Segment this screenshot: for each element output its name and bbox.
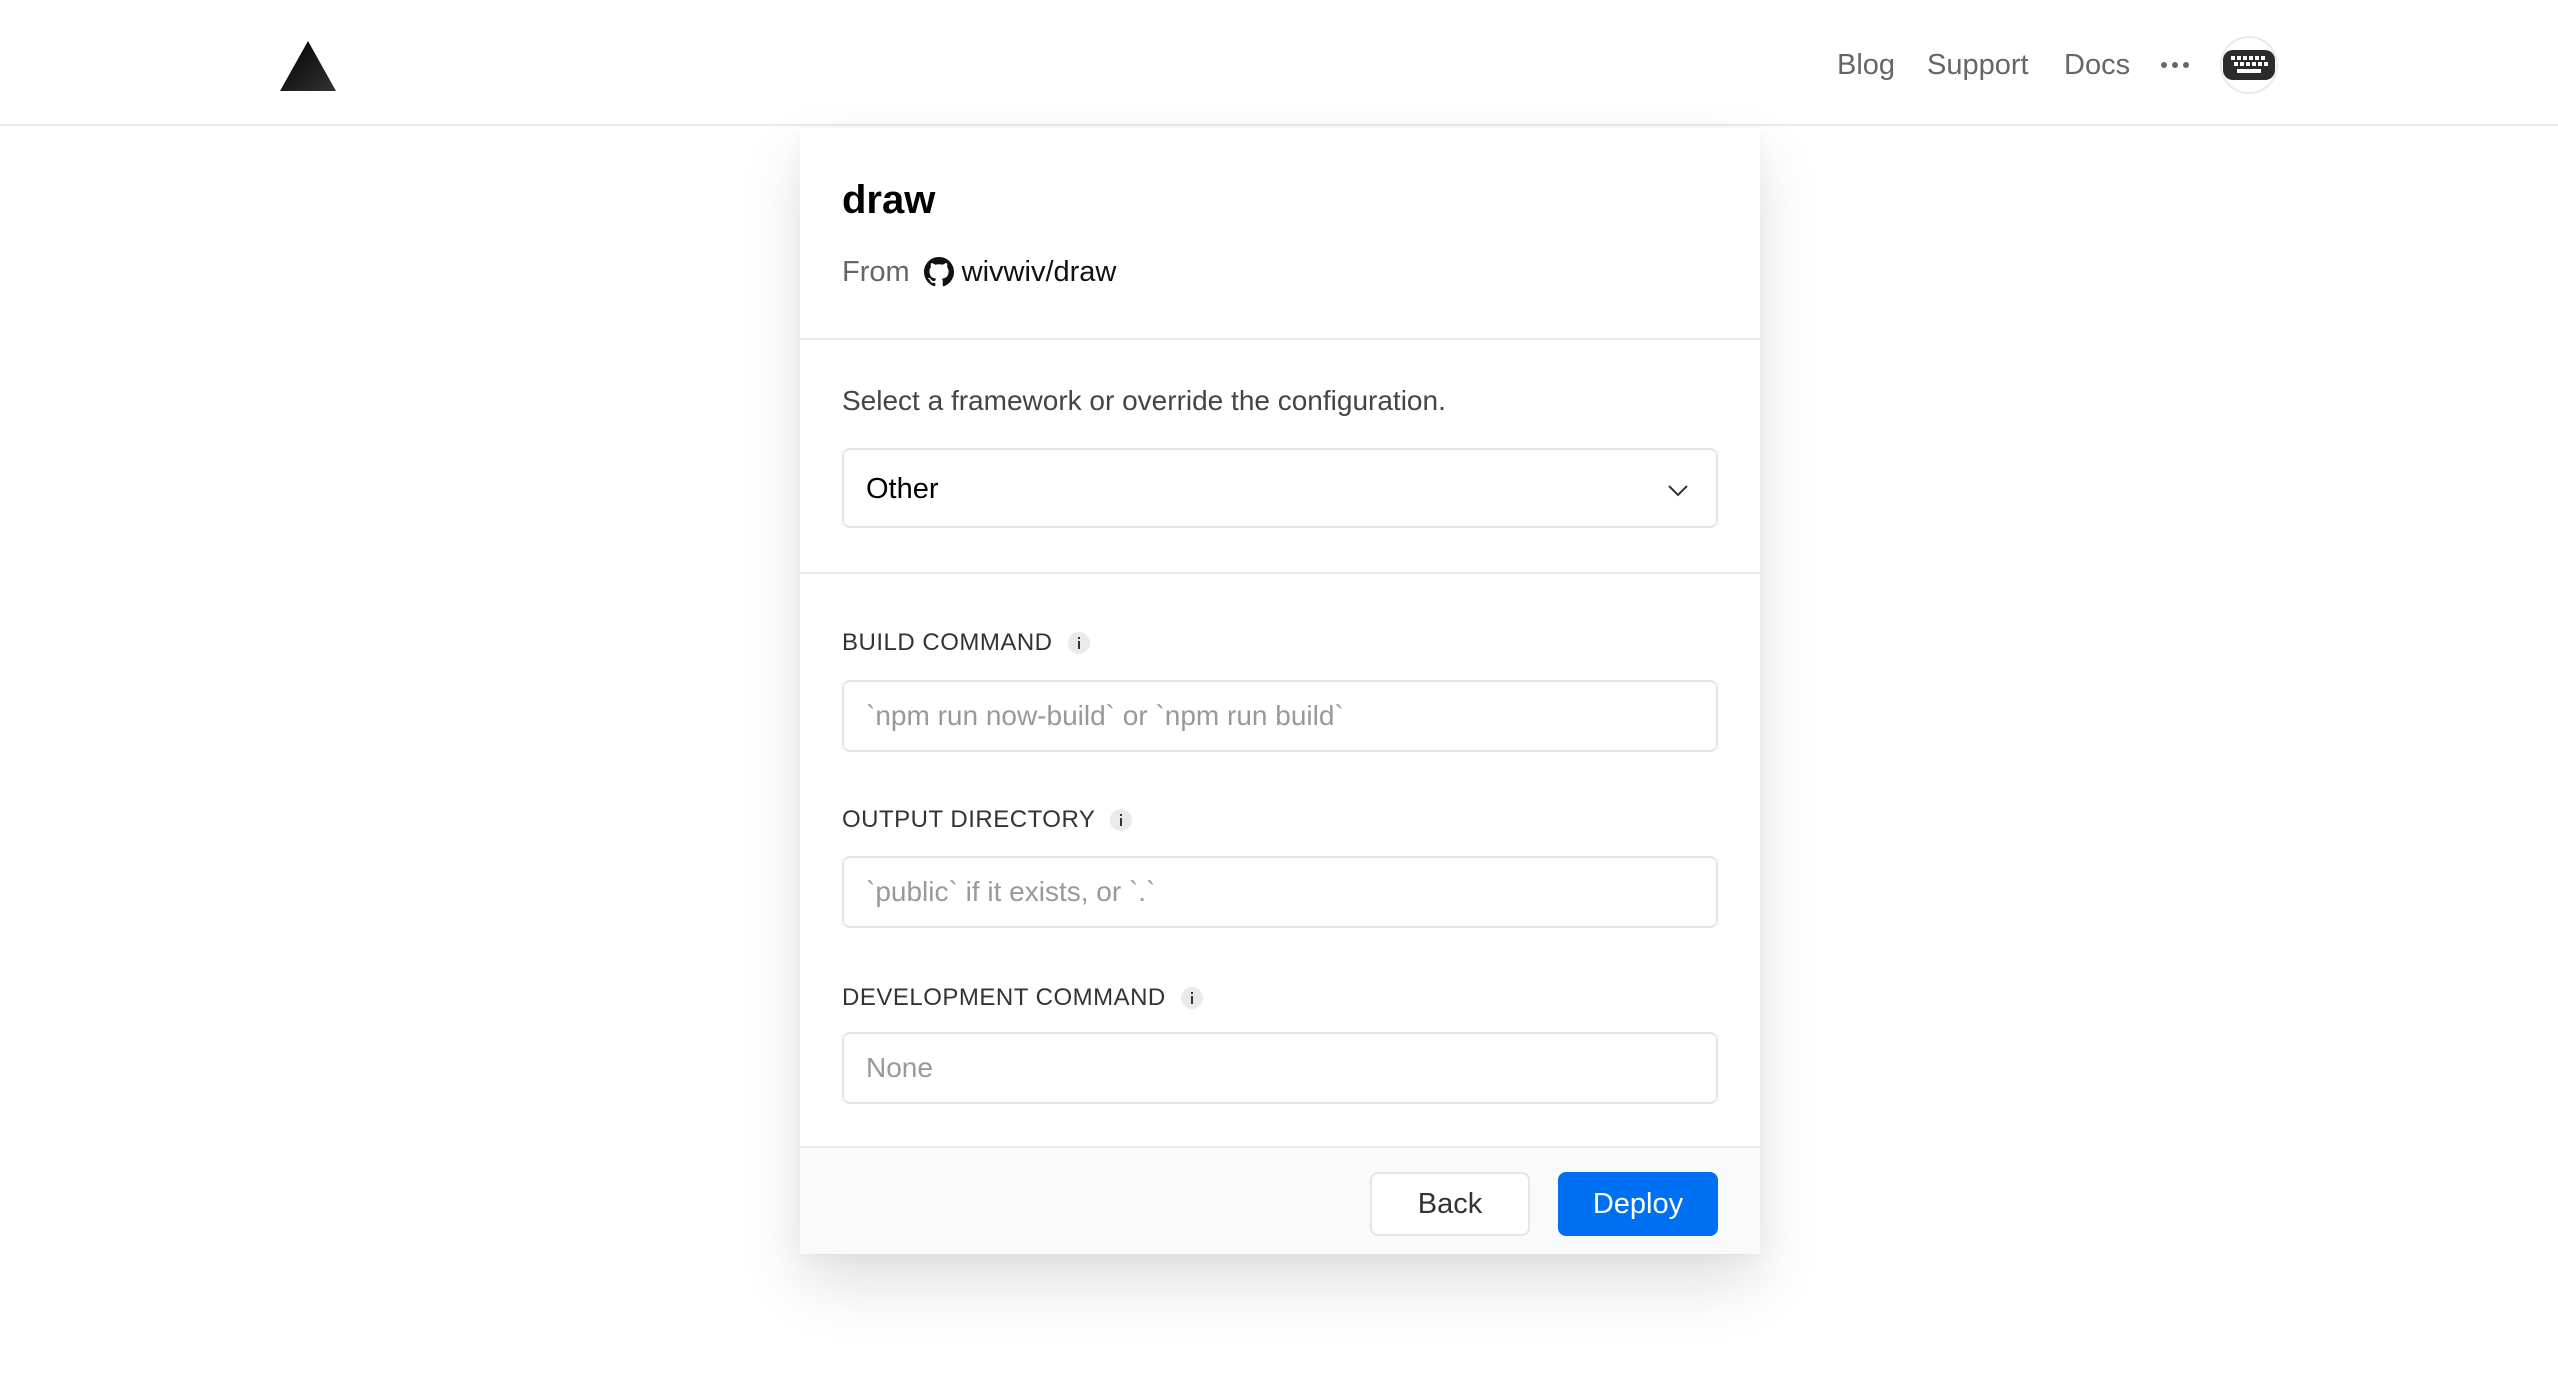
project-header: draw From wivwiv/draw (800, 128, 1760, 340)
project-name: draw (842, 178, 936, 222)
back-button[interactable]: Back (1370, 1172, 1530, 1236)
output-directory-label: OUTPUT DIRECTORY (842, 805, 1133, 835)
chevron-down-icon (1666, 478, 1690, 502)
info-icon[interactable] (1067, 631, 1091, 655)
framework-description: Select a framework or override the confi… (842, 385, 1446, 416)
build-command-input[interactable] (842, 680, 1718, 752)
development-command-label-text: DEVELOPMENT COMMAND (842, 984, 1166, 1011)
nav-link-support[interactable]: Support (1927, 47, 2029, 83)
triangle-logo-icon[interactable] (280, 41, 336, 91)
top-header: Blog Support Docs (0, 0, 2558, 126)
repo-source: From wivwiv/draw (842, 254, 1116, 290)
nav-link-docs[interactable]: Docs (2064, 47, 2130, 83)
nav-link-blog[interactable]: Blog (1837, 47, 1895, 83)
development-command-label: DEVELOPMENT COMMAND (842, 983, 1204, 1013)
repo-link[interactable]: wivwiv/draw (962, 256, 1117, 289)
framework-selected-value: Other (866, 473, 939, 505)
build-command-label: BUILD COMMAND (842, 628, 1091, 658)
framework-section: Select a framework or override the confi… (800, 340, 1760, 574)
info-icon[interactable] (1180, 986, 1204, 1010)
github-icon (923, 257, 954, 287)
output-directory-input[interactable] (842, 856, 1718, 928)
deploy-config-card: draw From wivwiv/draw Select a framework… (800, 128, 1760, 1254)
development-command-input[interactable] (842, 1032, 1718, 1104)
framework-select[interactable]: Other (842, 448, 1718, 528)
output-directory-label-text: OUTPUT DIRECTORY (842, 806, 1096, 833)
build-command-label-text: BUILD COMMAND (842, 629, 1053, 656)
from-label: From (842, 255, 910, 288)
deploy-button[interactable]: Deploy (1558, 1172, 1718, 1236)
card-footer: Back Deploy (800, 1146, 1760, 1254)
ellipsis-icon[interactable] (2160, 55, 2190, 75)
info-icon[interactable] (1109, 808, 1133, 832)
keyboard-avatar-icon[interactable] (2220, 36, 2278, 94)
